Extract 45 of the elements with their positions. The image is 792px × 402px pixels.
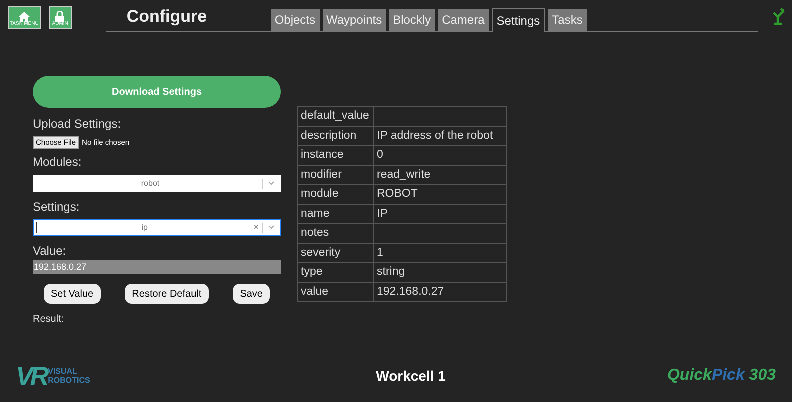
property-name-cell: value: [298, 282, 374, 302]
tab[interactable]: Blockly: [389, 9, 436, 31]
download-settings-button[interactable]: Download Settings: [33, 76, 281, 108]
tab[interactable]: Objects: [270, 9, 320, 31]
tab[interactable]: Camera: [438, 9, 489, 31]
chevron-down-icon[interactable]: [268, 181, 275, 186]
page-title: Configure: [126, 6, 208, 28]
workcell-label: Workcell 1: [375, 366, 447, 386]
property-name-cell: name: [298, 204, 374, 224]
property-value-cell: 0: [374, 146, 506, 165]
settings-label: Settings:: [33, 199, 81, 216]
modules-label: Modules:: [33, 154, 83, 172]
chevron-down-icon[interactable]: [268, 225, 275, 230]
property-name-cell: type: [298, 262, 374, 282]
property-value-cell: string: [374, 262, 506, 282]
property-value-cell: ROBOT: [374, 184, 506, 204]
property-name-cell: instance: [298, 146, 374, 165]
save-button[interactable]: Save: [233, 284, 270, 304]
tab[interactable]: Tasks: [548, 9, 587, 31]
property-name-cell: module: [298, 184, 374, 204]
tab[interactable]: Settings: [492, 8, 546, 32]
upload-settings-label: Upload Settings:: [33, 116, 122, 133]
robot-arm-icon[interactable]: [772, 7, 786, 25]
property-value-cell: IP: [374, 204, 506, 224]
product-name: QuickPick 303: [666, 366, 776, 386]
set-value-button[interactable]: Set Value: [44, 284, 101, 304]
value-field[interactable]: 192.168.0.27: [33, 260, 281, 274]
property-name-cell: notes: [298, 224, 374, 243]
property-value-cell: 1: [374, 243, 506, 262]
result-label: Result:: [33, 313, 66, 328]
value-label: Value:: [33, 243, 68, 260]
settings-dropdown[interactable]: ip ×: [33, 219, 281, 236]
property-name-cell: severity: [298, 243, 374, 262]
property-value-cell: read_write: [374, 165, 506, 184]
property-name-cell: modifier: [298, 165, 374, 184]
modules-dropdown[interactable]: robot: [33, 175, 281, 192]
property-name-cell: default_value: [298, 106, 374, 126]
home-icon: [18, 12, 30, 22]
property-name-cell: description: [298, 126, 374, 146]
property-value-cell: IP address of the robot: [374, 126, 506, 146]
property-value-cell: 192.168.0.27: [374, 282, 506, 302]
clear-button[interactable]: ×: [250, 221, 262, 234]
lock-icon: [55, 10, 66, 22]
restore-default-button[interactable]: Restore Default: [125, 284, 209, 304]
tab[interactable]: Waypoints: [322, 9, 386, 31]
